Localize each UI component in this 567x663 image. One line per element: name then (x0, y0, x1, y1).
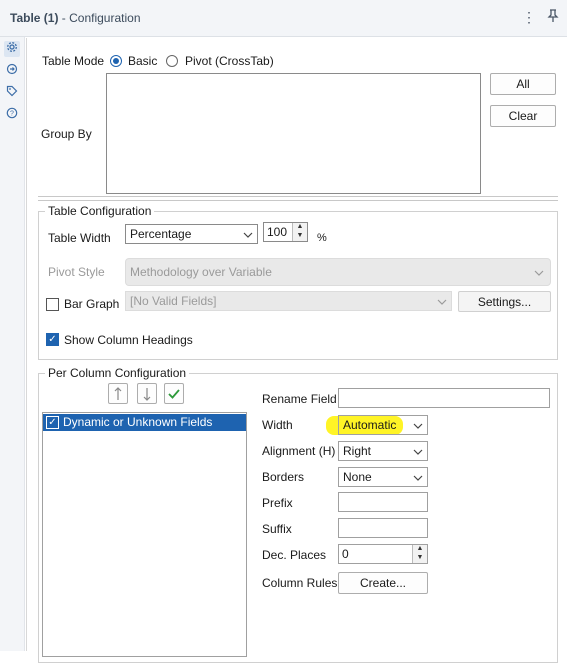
radio-pivot-label: Pivot (CrossTab) (185, 54, 274, 68)
check-all-button[interactable] (164, 383, 184, 404)
settings-button[interactable]: Settings... (458, 291, 551, 312)
field-list[interactable] (42, 412, 247, 657)
dec-places-input[interactable]: 0 ▲ ▼ (338, 544, 428, 564)
rename-field-input[interactable] (338, 388, 550, 408)
gear-icon[interactable] (4, 41, 20, 57)
width-select[interactable]: Automatic (338, 415, 428, 435)
radio-basic[interactable] (110, 55, 122, 67)
tag-icon[interactable] (4, 85, 20, 101)
borders-select[interactable]: None (338, 467, 428, 487)
table-width-select[interactable]: Percentage (125, 224, 258, 244)
connection-icon[interactable] (4, 63, 20, 79)
bar-graph-field-select[interactable]: [No Valid Fields] (125, 291, 452, 311)
show-headings-checkbox[interactable]: ✓ (46, 333, 59, 346)
separator (38, 196, 558, 201)
svg-text:?: ? (10, 111, 14, 118)
clear-button[interactable]: Clear (490, 105, 556, 127)
rename-field-label: Rename Field (262, 392, 337, 406)
suffix-input[interactable] (338, 518, 428, 538)
borders-label: Borders (262, 470, 305, 484)
alignment-label: Alignment (H) (262, 444, 336, 458)
group-by-list[interactable] (106, 73, 481, 194)
panel-title: Table (1) - Configuration (10, 11, 141, 25)
all-button[interactable]: All (490, 73, 556, 95)
column-rules-label: Column Rules (262, 576, 338, 590)
more-vertical-icon[interactable]: ⋮ (521, 9, 537, 25)
sidebar (0, 37, 25, 651)
prefix-label: Prefix (262, 496, 293, 510)
list-item[interactable]: ✓ Dynamic or Unknown Fields (43, 414, 246, 431)
alignment-select[interactable]: Right (338, 441, 428, 461)
move-up-button[interactable] (108, 383, 128, 404)
table-width-label: Table Width (48, 231, 111, 245)
dec-places-spinner[interactable]: ▲ ▼ (412, 545, 427, 563)
percent-unit: % (317, 232, 327, 244)
list-item-checkbox[interactable]: ✓ (46, 416, 59, 429)
table-config-title: Table Configuration (45, 204, 155, 218)
pin-icon[interactable] (545, 9, 561, 25)
bar-graph-checkbox[interactable] (46, 298, 59, 311)
bar-graph-label: Bar Graph (64, 297, 120, 311)
prefix-input[interactable] (338, 492, 428, 512)
dec-places-label: Dec. Places (262, 548, 327, 562)
table-mode-label: Table Mode (42, 54, 105, 68)
create-button[interactable]: Create... (338, 572, 428, 594)
suffix-label: Suffix (262, 522, 292, 536)
list-item-label: Dynamic or Unknown Fields (63, 415, 213, 429)
table-width-spinner[interactable]: ▲ ▼ (292, 223, 307, 241)
radio-basic-label: Basic (128, 54, 158, 68)
per-column-title: Per Column Configuration (45, 366, 190, 380)
width-label: Width (262, 418, 293, 432)
pivot-style-select[interactable]: Methodology over Variable (125, 258, 551, 286)
pivot-style-label: Pivot Style (48, 265, 105, 279)
help-icon[interactable]: ? (4, 107, 20, 123)
move-down-button[interactable] (137, 383, 157, 404)
show-headings-label: Show Column Headings (64, 333, 193, 347)
group-by-label: Group By (41, 127, 92, 141)
table-width-number[interactable]: 100 ▲ ▼ (263, 222, 308, 242)
radio-pivot[interactable] (166, 55, 178, 67)
